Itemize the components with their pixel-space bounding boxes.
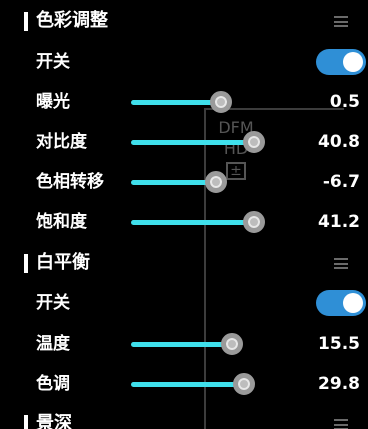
slider-track bbox=[131, 140, 254, 145]
slider-track bbox=[131, 382, 244, 387]
exposure-slider[interactable] bbox=[131, 91, 256, 113]
slider-value: 40.8 bbox=[318, 132, 360, 152]
drag-handle-icon[interactable] bbox=[334, 419, 348, 429]
slider-row-temperature: 温度 15.5 bbox=[0, 324, 368, 364]
slider-track bbox=[131, 180, 216, 185]
slider-row-saturation: 饱和度 41.2 bbox=[0, 202, 368, 242]
color-adjust-toggle[interactable] bbox=[316, 49, 366, 75]
section-marker bbox=[24, 415, 28, 429]
slider-track bbox=[131, 342, 232, 347]
toggle-knob bbox=[343, 293, 363, 313]
switch-label: 开关 bbox=[36, 293, 70, 313]
slider-row-hue-shift: 色相转移 -6.7 bbox=[0, 162, 368, 202]
tint-slider[interactable] bbox=[131, 373, 256, 395]
saturation-slider[interactable] bbox=[131, 211, 265, 233]
slider-row-exposure: 曝光 0.5 bbox=[0, 82, 368, 122]
slider-thumb[interactable] bbox=[221, 333, 243, 355]
switch-label: 开关 bbox=[36, 52, 70, 72]
slider-label: 色相转移 bbox=[36, 172, 104, 192]
slider-thumb[interactable] bbox=[210, 91, 232, 113]
slider-label: 色调 bbox=[36, 374, 70, 394]
section-marker bbox=[24, 254, 28, 273]
slider-label: 温度 bbox=[36, 334, 70, 354]
slider-value: -6.7 bbox=[322, 172, 360, 192]
slider-value: 41.2 bbox=[318, 212, 360, 232]
slider-label: 饱和度 bbox=[36, 212, 87, 232]
slider-value: 29.8 bbox=[318, 374, 360, 394]
temperature-slider[interactable] bbox=[131, 333, 256, 355]
section-depth-of-field: 景深 bbox=[0, 405, 368, 429]
white-balance-toggle[interactable] bbox=[316, 290, 366, 316]
slider-thumb[interactable] bbox=[205, 171, 227, 193]
section-title: 白平衡 bbox=[36, 252, 90, 273]
toggle-knob bbox=[343, 52, 363, 72]
slider-thumb[interactable] bbox=[233, 373, 255, 395]
hue-shift-slider[interactable] bbox=[131, 171, 256, 193]
section-title: 景深 bbox=[36, 413, 72, 429]
white-balance-switch-row: 开关 bbox=[0, 283, 368, 323]
camera-settings-panel: DFM HD ± 色彩调整 开关 曝光 0.5 对比度 40.8 色相转移 -6… bbox=[0, 0, 368, 429]
slider-track bbox=[131, 100, 221, 105]
contrast-slider[interactable] bbox=[131, 131, 265, 153]
slider-label: 曝光 bbox=[36, 92, 70, 112]
section-white-balance: 白平衡 bbox=[0, 244, 368, 284]
slider-label: 对比度 bbox=[36, 132, 87, 152]
slider-row-tint: 色调 29.8 bbox=[0, 364, 368, 404]
color-adjust-switch-row: 开关 bbox=[0, 42, 368, 82]
slider-value: 0.5 bbox=[329, 92, 360, 112]
drag-handle-icon[interactable] bbox=[334, 16, 348, 27]
slider-thumb[interactable] bbox=[243, 131, 265, 153]
section-marker bbox=[24, 12, 28, 31]
drag-handle-icon[interactable] bbox=[334, 258, 348, 269]
section-color-adjust: 色彩调整 bbox=[0, 2, 368, 42]
slider-value: 15.5 bbox=[318, 334, 360, 354]
slider-row-contrast: 对比度 40.8 bbox=[0, 122, 368, 162]
slider-thumb[interactable] bbox=[243, 211, 265, 233]
slider-track bbox=[131, 220, 254, 225]
section-title: 色彩调整 bbox=[36, 10, 108, 31]
